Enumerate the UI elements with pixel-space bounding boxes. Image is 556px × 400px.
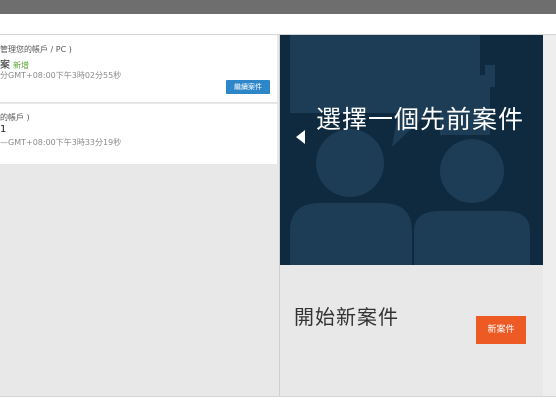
select-previous-title: 選擇一個先前案件 <box>316 105 525 134</box>
start-new-panel: 開始新案件 新案件 <box>280 265 543 396</box>
select-previous-panel[interactable]: 選擇一個先前案件 <box>280 35 543 265</box>
case-date: 分GMT+08:00下午3時02分55秒 <box>0 71 122 80</box>
case-list: 管理您的帳戶 / PC ) 案新增 分GMT+08:00下午3時02分55秒 繼… <box>0 35 279 396</box>
case-account: 的帳戶 ) <box>0 113 30 122</box>
case-item[interactable]: 的帳戶 ) 1 —GMT+08:00下午3時33分19秒 <box>0 104 277 164</box>
top-bar <box>0 0 556 14</box>
new-badge: 新增 <box>13 61 29 70</box>
chevron-left-icon[interactable] <box>296 130 305 144</box>
people-chat-illustration <box>290 35 530 265</box>
case-title: 案新增 <box>0 56 29 71</box>
case-account: 管理您的帳戶 / PC ) <box>0 45 72 54</box>
start-new-title: 開始新案件 <box>294 305 399 329</box>
new-case-button[interactable]: 新案件 <box>476 316 526 344</box>
scroll-gutter <box>543 35 556 396</box>
continue-case-button[interactable]: 繼續案件 <box>226 80 270 94</box>
case-date: —GMT+08:00下午3時33分19秒 <box>0 138 122 147</box>
case-item[interactable]: 管理您的帳戶 / PC ) 案新增 分GMT+08:00下午3時02分55秒 繼… <box>0 35 277 103</box>
case-title: 1 <box>0 124 7 135</box>
